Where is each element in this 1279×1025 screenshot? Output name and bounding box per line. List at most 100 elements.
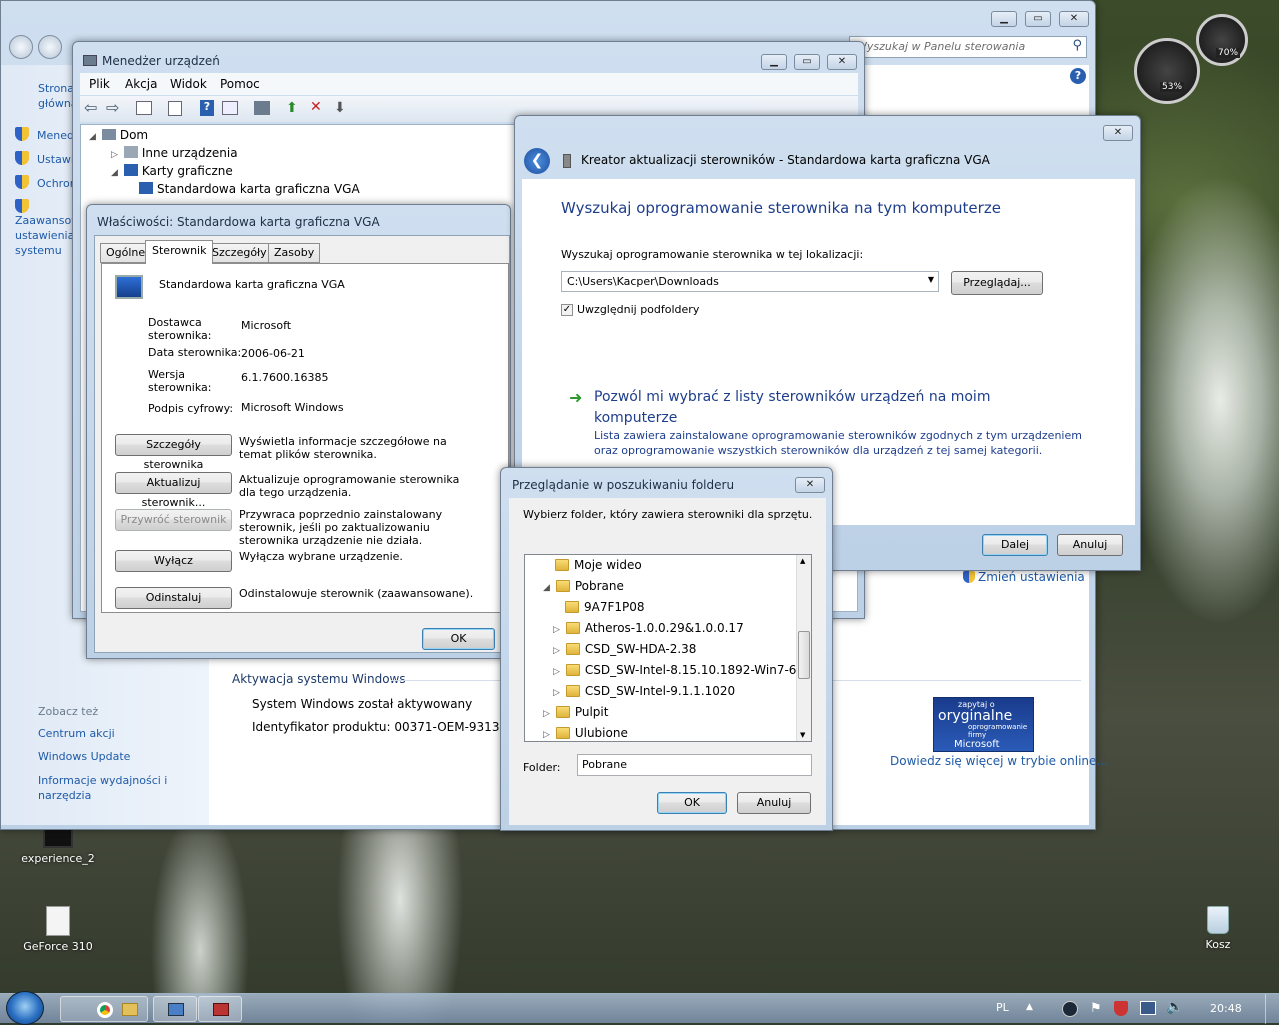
disable-icon[interactable]: ⬇ [334, 100, 346, 116]
show-hidden-icons[interactable]: ▲ [1026, 1002, 1033, 1012]
view-icon[interactable] [222, 101, 238, 115]
genuine-microsoft-badge[interactable]: zapytaj o oryginalne oprogramowanie firm… [933, 697, 1034, 752]
language-indicator[interactable]: PL [996, 1001, 1009, 1014]
folder-icon [565, 601, 579, 613]
cpu-gauge [1134, 38, 1200, 104]
field-version-value: 6.1.7600.16385 [241, 371, 329, 384]
folder-node-selected[interactable]: ◢ Pobrane [543, 576, 624, 597]
uninstall-icon[interactable]: ✕ [310, 99, 322, 115]
network-icon[interactable] [1140, 1001, 1156, 1015]
search-box[interactable]: Wyszukaj w Panelu sterowania ⚲ [849, 36, 1087, 58]
sidebar-home-link[interactable]: Strona główna Panelu sterowania [38, 81, 74, 111]
menu-view[interactable]: Widok [170, 77, 207, 91]
tab-details[interactable]: Szczegóły [206, 243, 273, 263]
vertical-scrollbar[interactable]: ▲ ▼ [796, 555, 811, 741]
see-also-performance[interactable]: Informacje wydajności i narzędzia [38, 773, 178, 803]
menu-action[interactable]: Akcja [125, 77, 157, 91]
uninstall-button[interactable]: Odinstaluj [115, 587, 232, 609]
menu-bar: Plik Akcja Widok Pomoc [80, 73, 858, 95]
desktop-icon-recycle-bin[interactable]: Kosz [1188, 906, 1248, 951]
search-icon: ⚲ [1072, 38, 1082, 53]
back-arrow-icon[interactable]: ⇦ [84, 98, 97, 117]
folder-node[interactable]: Moje wideo [555, 555, 642, 576]
cancel-button[interactable]: Anuluj [737, 792, 811, 814]
close-button[interactable]: ✕ [795, 477, 825, 493]
see-also-windows-update[interactable]: Windows Update [38, 750, 130, 763]
cpu-meter-gadget[interactable]: 53% 70% [1130, 10, 1270, 104]
change-settings-link[interactable]: Zmień ustawienia [963, 570, 1085, 584]
tab-driver[interactable]: Sterownik [145, 240, 214, 264]
folder-input[interactable]: Pobrane [577, 754, 812, 776]
clock[interactable]: 20:48 [1210, 1002, 1242, 1015]
pick-from-list-option[interactable]: Pozwól mi wybrać z listy sterowników urz… [594, 387, 1014, 429]
steam-icon[interactable] [1062, 1001, 1078, 1017]
forward-button[interactable] [38, 35, 62, 59]
minimize-button[interactable]: ▁ [761, 54, 787, 70]
rollback-driver-desc: Przywraca poprzednio zainstalowany stero… [239, 508, 443, 547]
back-button[interactable] [9, 35, 33, 59]
sidebar-item-advanced[interactable]: Zaawansowane ustawienia systemu [15, 199, 101, 258]
scan-hardware-icon[interactable] [254, 101, 270, 115]
search-location-label: Wyszukaj oprogramowanie sterownika w tej… [561, 248, 864, 261]
action-center-flag-icon[interactable]: ⚑ [1090, 1001, 1102, 1016]
path-combobox[interactable]: C:\Users\Kacper\Downloads ▼ [561, 271, 939, 292]
desktop-icon-experience[interactable]: experience_2 [20, 826, 96, 865]
close-button[interactable]: ✕ [1103, 125, 1133, 141]
menu-help[interactable]: Pomoc [220, 77, 260, 91]
browse-button[interactable]: Przeglądaj... [951, 271, 1043, 295]
ok-button[interactable]: OK [657, 792, 727, 814]
tab-resources[interactable]: Zasoby [268, 243, 321, 263]
folder-node[interactable]: ▷ CSD_SW-HDA-2.38 [553, 639, 696, 660]
back-arrow-icon[interactable]: ❮ [524, 148, 550, 174]
update-driver-button[interactable]: Aktualizuj sterownik... [115, 472, 232, 509]
folder-node[interactable]: ▷ CSD_SW-Intel-9.1.1.1020 [553, 681, 735, 702]
properties-icon[interactable] [168, 101, 182, 116]
antivirus-icon[interactable] [1114, 1001, 1128, 1016]
expand-icon: ▷ [543, 709, 550, 719]
display-adapter-icon [115, 275, 143, 299]
maximize-button[interactable]: ▭ [1025, 11, 1051, 27]
folder-label: Folder: [523, 761, 561, 774]
start-button[interactable] [6, 991, 44, 1025]
ok-button[interactable]: OK [422, 628, 495, 650]
tab-general[interactable]: Ogólne [100, 243, 152, 263]
taskbar-control-panel-button[interactable] [153, 996, 197, 1022]
minimize-button[interactable]: ▁ [991, 11, 1017, 27]
help-icon[interactable]: ? [1070, 68, 1086, 84]
cancel-button[interactable]: Anuluj [1057, 534, 1123, 556]
learn-more-link[interactable]: Dowiedz się więcej w trybie online... [890, 754, 1108, 768]
rollback-driver-button[interactable]: Przywróć sterownik [115, 509, 232, 531]
scroll-down-icon[interactable]: ▼ [800, 731, 805, 739]
menu-file[interactable]: Plik [89, 77, 110, 91]
folder-node[interactable]: 9A7F1P08 [565, 597, 645, 618]
next-button[interactable]: Dalej [982, 534, 1048, 556]
scroll-thumb[interactable] [798, 631, 810, 679]
help-icon[interactable]: ? [200, 100, 214, 116]
desktop-icon-geforce[interactable]: GeForce 310 [20, 906, 96, 953]
driver-details-button[interactable]: Szczegóły sterownika [115, 434, 232, 471]
see-also-action-center[interactable]: Centrum akcji [38, 727, 115, 740]
taskbar-explorer-button[interactable] [118, 996, 152, 1022]
disable-desc: Wyłącza wybrane urządzenie. [239, 550, 403, 563]
include-subfolders-checkbox[interactable]: ✓ [561, 304, 573, 316]
console-tree-icon[interactable] [136, 101, 152, 115]
folder-node[interactable]: ▷ Atheros-1.0.0.29&1.0.0.17 [553, 618, 744, 639]
folder-node[interactable]: ▷ Pulpit [543, 702, 608, 723]
folder-node[interactable]: ▷ Ulubione [543, 723, 628, 741]
tree-node-vga[interactable]: Standardowa karta graficzna VGA [139, 179, 360, 200]
taskbar-device-manager-button[interactable] [198, 996, 242, 1022]
disable-button[interactable]: Wyłącz [115, 550, 232, 572]
option-desc-line2: oraz oprogramowanie wszystkich sterownik… [594, 444, 1043, 457]
update-driver-desc: Aktualizuje oprogramowanie sterownika dl… [239, 473, 460, 499]
include-subfolders-label: Uwzględnij podfoldery [577, 303, 700, 316]
update-driver-icon[interactable]: ⬆ [286, 100, 298, 116]
close-button[interactable]: ✕ [1059, 11, 1089, 27]
maximize-button[interactable]: ▭ [794, 54, 820, 70]
collapse-icon: ◢ [543, 583, 550, 593]
show-desktop-button[interactable] [1265, 994, 1279, 1024]
folder-node[interactable]: ▷ CSD_SW-Intel-8.15.10.1892-Win7-64bit [553, 660, 811, 681]
scroll-up-icon[interactable]: ▲ [800, 557, 805, 565]
volume-icon[interactable]: 🔈 [1166, 999, 1183, 1015]
close-button[interactable]: ✕ [827, 54, 857, 70]
forward-arrow-icon[interactable]: ⇨ [106, 98, 119, 117]
